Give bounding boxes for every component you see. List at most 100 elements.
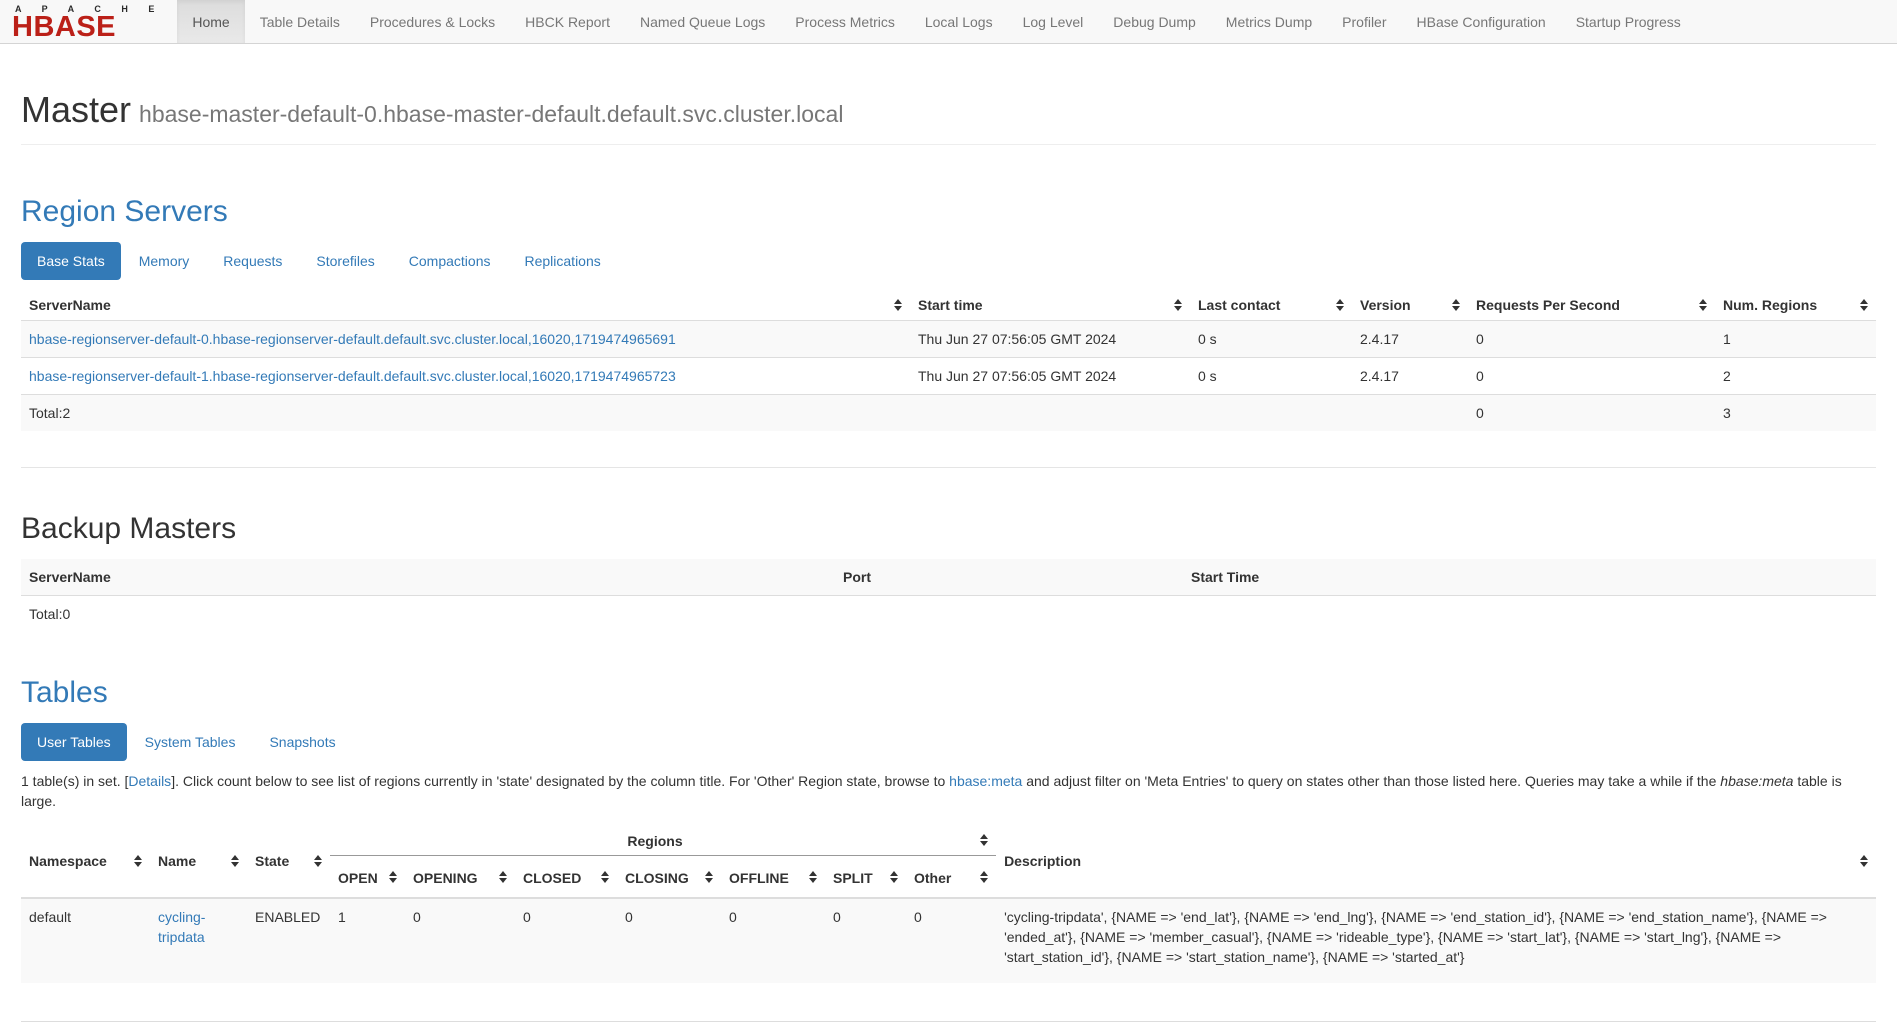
tables-heading: Tables <box>21 676 1876 709</box>
nav-item-startup-progress[interactable]: Startup Progress <box>1561 0 1696 43</box>
column-header-offline[interactable]: OFFLINE <box>721 856 825 899</box>
master-hostname: hbase-master-default-0.hbase-master-defa… <box>139 101 843 127</box>
column-header-last-contact[interactable]: Last contact <box>1190 290 1352 321</box>
tab-storefiles[interactable]: Storefiles <box>300 242 390 280</box>
nav-item-procedures-locks[interactable]: Procedures & Locks <box>355 0 510 43</box>
column-header-start-time[interactable]: Start time <box>910 290 1190 321</box>
column-header-other[interactable]: Other <box>906 856 996 899</box>
tab-memory[interactable]: Memory <box>123 242 206 280</box>
column-header-start-time: Start Time <box>1183 559 1876 596</box>
tab-system-tables[interactable]: System Tables <box>129 723 252 761</box>
hbase-logo[interactable]: A P A C H E HBASE <box>0 0 177 43</box>
nav-item-hbase-configuration[interactable]: HBase Configuration <box>1402 0 1561 43</box>
sort-icon[interactable] <box>1699 299 1708 311</box>
column-header-version[interactable]: Version <box>1352 290 1468 321</box>
sort-icon[interactable] <box>1336 299 1345 311</box>
details-link[interactable]: Details <box>128 773 171 789</box>
column-header-split[interactable]: SPLIT <box>825 856 906 899</box>
column-label: OPENING <box>413 870 478 886</box>
column-label: Last contact <box>1198 297 1280 313</box>
sort-icon[interactable] <box>809 871 818 883</box>
tab-snapshots[interactable]: Snapshots <box>253 723 351 761</box>
empty-cell <box>1352 394 1468 431</box>
column-header-state[interactable]: State <box>247 825 330 898</box>
sort-icon[interactable] <box>890 871 899 883</box>
column-label: CLOSED <box>523 870 581 886</box>
column-header-closing[interactable]: CLOSING <box>617 856 721 899</box>
nav-item-home[interactable]: Home <box>177 0 244 43</box>
regionserver-link[interactable]: hbase-regionserver-default-1.hbase-regio… <box>29 368 676 384</box>
table-row: hbase-regionserver-default-1.hbase-regio… <box>21 357 1876 394</box>
column-header-closed[interactable]: CLOSED <box>515 856 617 899</box>
version-cell: 2.4.17 <box>1352 357 1468 394</box>
nav-item-log-level[interactable]: Log Level <box>1008 0 1099 43</box>
total-label: Total:2 <box>21 394 910 431</box>
note-text: 1 table(s) in set. [ <box>21 773 128 789</box>
sort-icon[interactable] <box>1174 299 1183 311</box>
total-label: Total:0 <box>21 595 1876 632</box>
hbase-meta-link[interactable]: hbase:meta <box>949 773 1022 789</box>
namespace-cell: default <box>21 898 150 983</box>
note-text: and adjust filter on 'Meta Entries' to q… <box>1022 773 1720 789</box>
sort-icon[interactable] <box>980 834 989 846</box>
nav-item-process-metrics[interactable]: Process Metrics <box>780 0 910 43</box>
page-header: Master hbase-master-default-0.hbase-maste… <box>21 90 1876 145</box>
column-header-description[interactable]: Description <box>996 825 1876 898</box>
sort-icon[interactable] <box>894 299 903 311</box>
tab-requests[interactable]: Requests <box>207 242 298 280</box>
column-group-regions[interactable]: Regions <box>330 825 996 856</box>
tab-replications[interactable]: Replications <box>508 242 616 280</box>
nav-item-named-queue-logs[interactable]: Named Queue Logs <box>625 0 780 43</box>
tables-tabs: User Tables System Tables Snapshots <box>21 723 1876 761</box>
column-header-servername[interactable]: ServerName <box>21 290 910 321</box>
sort-icon[interactable] <box>1860 299 1869 311</box>
sort-icon[interactable] <box>314 855 323 867</box>
main-content: Master hbase-master-default-0.hbase-maste… <box>0 90 1897 1022</box>
top-navbar: A P A C H E HBASE Home Table Details Pro… <box>0 0 1897 44</box>
tab-base-stats[interactable]: Base Stats <box>21 242 121 280</box>
sort-icon[interactable] <box>980 871 989 883</box>
split-count-cell: 0 <box>825 898 906 983</box>
tab-user-tables[interactable]: User Tables <box>21 723 127 761</box>
num-regions-cell: 2 <box>1715 357 1876 394</box>
page-title: Master hbase-master-default-0.hbase-maste… <box>21 90 1876 130</box>
version-cell: 2.4.17 <box>1352 320 1468 357</box>
region-servers-tabs: Base Stats Memory Requests Storefiles Co… <box>21 242 1876 280</box>
page-title-text: Master <box>21 89 131 130</box>
servername-cell: hbase-regionserver-default-0.hbase-regio… <box>21 320 910 357</box>
nav-item-hbck-report[interactable]: HBCK Report <box>510 0 625 43</box>
column-header-opening[interactable]: OPENING <box>405 856 515 899</box>
state-cell: ENABLED <box>247 898 330 983</box>
table-name-link[interactable]: cycling-tripdata <box>158 909 205 945</box>
open-count-link[interactable]: 1 <box>338 909 346 925</box>
column-header-num-regions[interactable]: Num. Regions <box>1715 290 1876 321</box>
logo-hbase-text: HBASE <box>12 14 163 39</box>
closed-count-cell: 0 <box>515 898 617 983</box>
column-label: ServerName <box>29 297 111 313</box>
nav-item-profiler[interactable]: Profiler <box>1327 0 1401 43</box>
sort-icon[interactable] <box>1860 855 1869 867</box>
column-label: Requests Per Second <box>1476 297 1620 313</box>
column-header-namespace[interactable]: Namespace <box>21 825 150 898</box>
nav-item-debug-dump[interactable]: Debug Dump <box>1098 0 1211 43</box>
nav-item-metrics-dump[interactable]: Metrics Dump <box>1211 0 1327 43</box>
sort-icon[interactable] <box>1452 299 1461 311</box>
sort-icon[interactable] <box>499 871 508 883</box>
sort-icon[interactable] <box>134 855 143 867</box>
column-header-requests-per-second[interactable]: Requests Per Second <box>1468 290 1715 321</box>
note-italic-text: hbase:meta <box>1720 773 1793 789</box>
sort-icon[interactable] <box>231 855 240 867</box>
nav-item-table-details[interactable]: Table Details <box>245 0 355 43</box>
regionserver-link[interactable]: hbase-regionserver-default-0.hbase-regio… <box>29 331 676 347</box>
column-label: OFFLINE <box>729 870 789 886</box>
sort-icon[interactable] <box>705 871 714 883</box>
total-requests-per-second: 0 <box>1468 394 1715 431</box>
tab-compactions[interactable]: Compactions <box>393 242 507 280</box>
last-contact-cell: 0 s <box>1190 320 1352 357</box>
column-header-name[interactable]: Name <box>150 825 247 898</box>
sort-icon[interactable] <box>389 871 398 883</box>
opening-count-cell: 0 <box>405 898 515 983</box>
column-header-open[interactable]: OPEN <box>330 856 405 899</box>
sort-icon[interactable] <box>601 871 610 883</box>
nav-item-local-logs[interactable]: Local Logs <box>910 0 1008 43</box>
